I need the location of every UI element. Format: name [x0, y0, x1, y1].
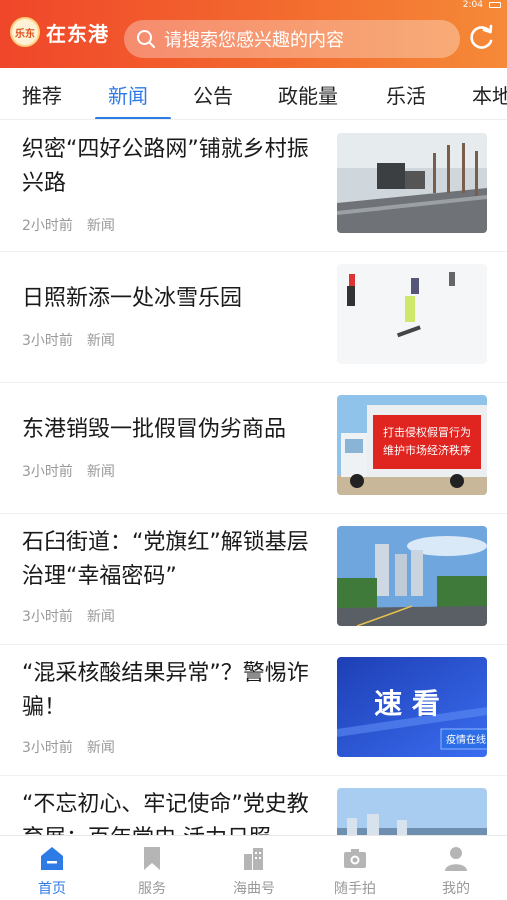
news-category: 新闻	[86, 218, 115, 234]
logo-text: 在东港	[46, 21, 109, 46]
nav-label: 我的	[442, 881, 470, 897]
nav-service[interactable]: 服务	[102, 836, 202, 900]
news-title: 东港销毁一批假冒伪劣商品	[22, 417, 287, 442]
news-meta: 3小时前 新闻	[22, 737, 115, 757]
active-tab-indicator	[95, 117, 171, 119]
nav-label: 随手拍	[334, 881, 376, 897]
nav-profile[interactable]: 我的	[406, 836, 506, 900]
news-item[interactable]: 东港销毁一批假冒伪劣商品 3小时前 新闻 打击侵权假冒行为 维护市场经济秩序	[0, 383, 507, 514]
category-tabs: 推荐 新闻 公告 政能量 乐活 本地	[0, 68, 507, 120]
search-icon	[137, 30, 155, 48]
news-thumbnail	[337, 526, 487, 626]
camera-icon	[344, 849, 366, 868]
news-meta: 3小时前 新闻	[22, 330, 115, 350]
news-thumbnail	[337, 264, 487, 364]
svg-text:打击侵权假冒行为: 打击侵权假冒行为	[383, 425, 471, 439]
tab-announcement[interactable]: 公告	[193, 80, 233, 109]
news-item[interactable]: 日照新添一处冰雪乐园 3小时前 新闻	[0, 252, 507, 383]
search-placeholder: 请搜索您感兴趣的内容	[164, 30, 344, 51]
news-title: 织密“四好公路网”铺就乡村振兴路	[22, 137, 309, 196]
news-title: “混采核酸结果异常”？警惕诈骗！	[22, 661, 309, 720]
news-thumbnail: 打击侵权假冒行为 维护市场经济秩序	[337, 395, 487, 495]
refresh-icon[interactable]	[466, 22, 496, 52]
nav-home[interactable]: 首页	[2, 836, 102, 900]
news-thumbnail: 速 看 疫情在线	[337, 657, 487, 757]
nav-label: 海曲号	[233, 881, 275, 897]
battery-icon	[489, 2, 501, 8]
nav-haiqu[interactable]: 海曲号	[204, 836, 304, 900]
person-icon	[445, 847, 467, 871]
news-time: 3小时前	[22, 464, 73, 480]
news-item[interactable]: 石臼街道：“党旗红”解锁基层治理“幸福密码” 3小时前 新闻	[0, 514, 507, 645]
news-category: 新闻	[86, 740, 115, 756]
svg-text:速 看: 速 看	[374, 687, 440, 720]
news-category: 新闻	[86, 464, 115, 480]
nav-snapshot[interactable]: 随手拍	[305, 836, 405, 900]
status-time: 2:04	[462, 0, 483, 10]
bookmark-icon	[144, 847, 160, 870]
tab-recommend[interactable]: 推荐	[22, 80, 62, 109]
tab-positive-energy[interactable]: 政能量	[278, 80, 338, 109]
news-time: 3小时前	[22, 609, 73, 625]
tab-lifestyle[interactable]: 乐活	[386, 80, 426, 109]
news-meta: 3小时前 新闻	[22, 606, 115, 626]
search-bar[interactable]: 请搜索您感兴趣的内容	[124, 20, 460, 58]
svg-text:维护市场经济秩序: 维护市场经济秩序	[383, 443, 471, 457]
news-title: 日照新添一处冰雪乐园	[22, 286, 243, 311]
app-header: 2:04 乐东 在东港 请搜索您感兴趣的内容	[0, 0, 507, 68]
news-list: 织密“四好公路网”铺就乡村振兴路 2小时前 新闻 日照新添一处冰雪乐园 3小时前新…	[0, 121, 507, 835]
news-time: 3小时前	[22, 333, 73, 349]
news-title: “不忘初心、牢记使命”党史教育展：百年党史 活力日照	[22, 792, 309, 835]
news-item[interactable]: “混采核酸结果异常”？警惕诈骗！ 3小时前 新闻 速 看 疫情在线	[0, 645, 507, 776]
logo-icon: 乐东	[10, 17, 40, 47]
tab-news[interactable]: 新闻	[108, 80, 148, 109]
news-item[interactable]: “不忘初心、牢记使命”党史教育展：百年党史 活力日照	[0, 776, 507, 835]
news-item[interactable]: 织密“四好公路网”铺就乡村振兴路 2小时前 新闻	[0, 121, 507, 252]
tab-local[interactable]: 本地	[472, 80, 507, 109]
status-bar: 2:04	[463, 0, 501, 10]
building-icon	[244, 848, 263, 870]
news-meta: 3小时前 新闻	[22, 461, 115, 481]
news-time: 2小时前	[22, 218, 73, 234]
svg-text:疫情在线: 疫情在线	[446, 733, 486, 746]
news-category: 新闻	[86, 609, 115, 625]
news-thumbnail	[337, 788, 487, 835]
nav-label: 服务	[138, 881, 166, 897]
news-time: 3小时前	[22, 740, 73, 756]
news-category: 新闻	[86, 333, 115, 349]
news-thumbnail	[337, 133, 487, 233]
nav-label: 首页	[38, 881, 66, 897]
bottom-navigation: 首页 服务 海曲号 随手拍 我的	[0, 835, 507, 900]
app-logo[interactable]: 乐东 在东港	[10, 17, 109, 47]
news-title: 石臼街道：“党旗红”解锁基层治理“幸福密码”	[22, 530, 309, 589]
news-meta: 2小时前 新闻	[22, 215, 115, 235]
home-icon	[41, 847, 63, 870]
